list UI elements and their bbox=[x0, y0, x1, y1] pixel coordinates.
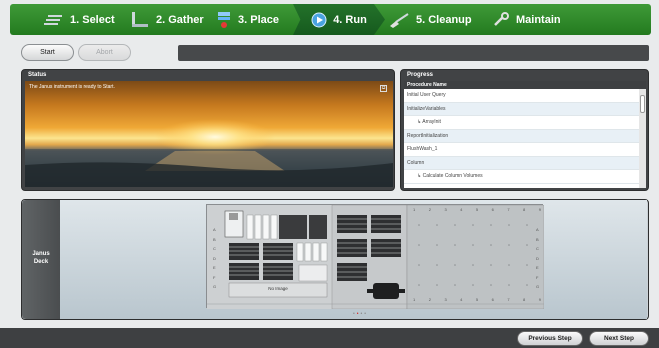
column-number: 1 bbox=[413, 207, 416, 212]
wizard-step-label: 5. Cleanup bbox=[416, 13, 472, 26]
deck-area: 1 2 3 4 5 6 7 8 9 1 2 3 4 5 6 7 8 9 A B … bbox=[60, 200, 647, 319]
deck-label: Janus Deck bbox=[22, 250, 60, 266]
row-letter: B bbox=[536, 236, 539, 242]
wizard-step-cleanup[interactable]: 5. Cleanup bbox=[388, 4, 484, 35]
row-letter: B bbox=[213, 236, 216, 242]
wizard-step-label: Maintain bbox=[516, 13, 561, 26]
row-letter: D bbox=[213, 255, 216, 261]
deck-label-line: Janus bbox=[32, 251, 50, 257]
wizard-step-place[interactable]: 3. Place bbox=[216, 4, 296, 35]
column-number: 5 bbox=[475, 207, 479, 212]
plate-place-icon bbox=[218, 11, 230, 28]
deck-column-numbers: 1 2 3 4 5 6 7 8 9 bbox=[413, 207, 541, 212]
deck-pager[interactable]: •••• bbox=[353, 311, 368, 317]
deck-sidebar: Janus Deck bbox=[22, 200, 60, 319]
play-icon bbox=[311, 12, 327, 27]
procedure-row[interactable]: InitializeVariables bbox=[404, 102, 646, 116]
deck-panel: Janus Deck 1 2 3 4 5 6 7 8 9 1 2 3 4 5 6… bbox=[21, 199, 649, 320]
column-number: 6 bbox=[491, 297, 494, 302]
previous-step-button[interactable]: Previous Step bbox=[517, 331, 583, 346]
procedure-row[interactable]: Column bbox=[404, 156, 646, 170]
procedure-row[interactable]: ↳ ArrayInit bbox=[404, 116, 646, 130]
row-letter: F bbox=[536, 274, 539, 280]
row-letter: E bbox=[213, 265, 216, 270]
column-number: 9 bbox=[538, 297, 541, 302]
start-button[interactable]: Start bbox=[21, 44, 74, 61]
column-number: 9 bbox=[538, 207, 541, 212]
column-number: 8 bbox=[523, 297, 526, 302]
deck-column-numbers-bottom: 1 2 3 4 5 6 7 8 9 bbox=[413, 297, 541, 302]
procedure-row[interactable]: ReportInitialization bbox=[404, 129, 646, 143]
row-letter: F bbox=[213, 274, 216, 280]
column-number: 4 bbox=[460, 207, 463, 212]
column-number: 1 bbox=[413, 297, 416, 302]
row-letter: E bbox=[536, 265, 539, 270]
sunset-image: The Janus instrument is ready to Start. … bbox=[25, 81, 393, 187]
column-number: 3 bbox=[444, 207, 447, 212]
deck-row-letters: A B C D E F G bbox=[213, 227, 216, 289]
row-letter: G bbox=[213, 284, 217, 289]
broom-icon bbox=[390, 12, 409, 28]
column-number: 7 bbox=[507, 207, 510, 212]
procedure-row[interactable]: ↳ Calculate Column Volumes bbox=[404, 170, 646, 184]
tips-icon bbox=[132, 11, 148, 27]
status-panel: Status The Janus instrument is ready to … bbox=[21, 69, 395, 191]
row-letter: C bbox=[213, 246, 216, 251]
row-letter: G bbox=[536, 284, 540, 289]
progress-scrollbar[interactable] bbox=[639, 89, 646, 188]
procedure-row[interactable]: FlushWash_1 bbox=[404, 143, 646, 157]
deck-row-letters-right: A B C D E F G bbox=[536, 227, 539, 289]
rack-icon bbox=[44, 14, 62, 25]
column-number: 8 bbox=[523, 207, 526, 212]
footer-bar: Previous Step Next Step bbox=[0, 328, 659, 348]
row-letter: C bbox=[536, 246, 539, 251]
column-number: 7 bbox=[507, 297, 510, 302]
message-bar bbox=[178, 45, 649, 61]
pager-dot[interactable]: • bbox=[364, 311, 368, 317]
row-letter: D bbox=[536, 255, 539, 261]
wrench-icon bbox=[494, 11, 509, 26]
expand-icon[interactable]: ⧉ bbox=[380, 85, 387, 92]
deck-layout[interactable]: 1 2 3 4 5 6 7 8 9 1 2 3 4 5 6 7 8 9 A B … bbox=[206, 204, 544, 309]
wizard-step-select[interactable]: 1. Select bbox=[42, 4, 132, 35]
progress-title: Progress bbox=[407, 72, 434, 78]
wizard-nav: 1. Select 2. Gather 3. Place 4. Run 5. C… bbox=[10, 4, 651, 35]
row-letter: A bbox=[536, 227, 539, 232]
wizard-step-label: 1. Select bbox=[70, 13, 115, 26]
wizard-step-gather[interactable]: 2. Gather bbox=[130, 4, 218, 35]
next-step-button[interactable]: Next Step bbox=[589, 331, 649, 346]
wizard-step-run[interactable]: 4. Run bbox=[293, 4, 385, 35]
status-message: The Janus instrument is ready to Start. bbox=[29, 84, 115, 90]
column-number: 2 bbox=[428, 207, 431, 212]
wizard-step-label: 3. Place bbox=[238, 13, 279, 26]
progress-panel: Progress Procedure Name Initial User Que… bbox=[400, 69, 649, 191]
column-number: 3 bbox=[444, 297, 447, 302]
abort-button: Abort bbox=[78, 44, 131, 61]
procedure-list: Procedure Name Initial User Query Initia… bbox=[404, 81, 646, 188]
row-letter: A bbox=[213, 227, 216, 232]
wizard-step-maintain[interactable]: Maintain bbox=[492, 4, 576, 35]
wizard-step-label: 4. Run bbox=[333, 13, 367, 26]
wizard-step-label: 2. Gather bbox=[156, 13, 204, 26]
column-number: 6 bbox=[491, 207, 494, 212]
status-title: Status bbox=[28, 72, 47, 78]
column-number: 2 bbox=[428, 297, 431, 302]
deck-drawing bbox=[207, 205, 544, 309]
deck-label-line: Deck bbox=[33, 259, 49, 265]
procedure-name-header: Procedure Name bbox=[404, 81, 646, 89]
column-number: 5 bbox=[475, 297, 479, 302]
scrollbar-thumb[interactable] bbox=[640, 95, 645, 113]
procedure-row[interactable]: Initial User Query bbox=[404, 89, 646, 103]
no-image-label: No Image bbox=[268, 286, 288, 291]
sun-graphic bbox=[25, 119, 393, 187]
column-number: 4 bbox=[460, 297, 463, 302]
